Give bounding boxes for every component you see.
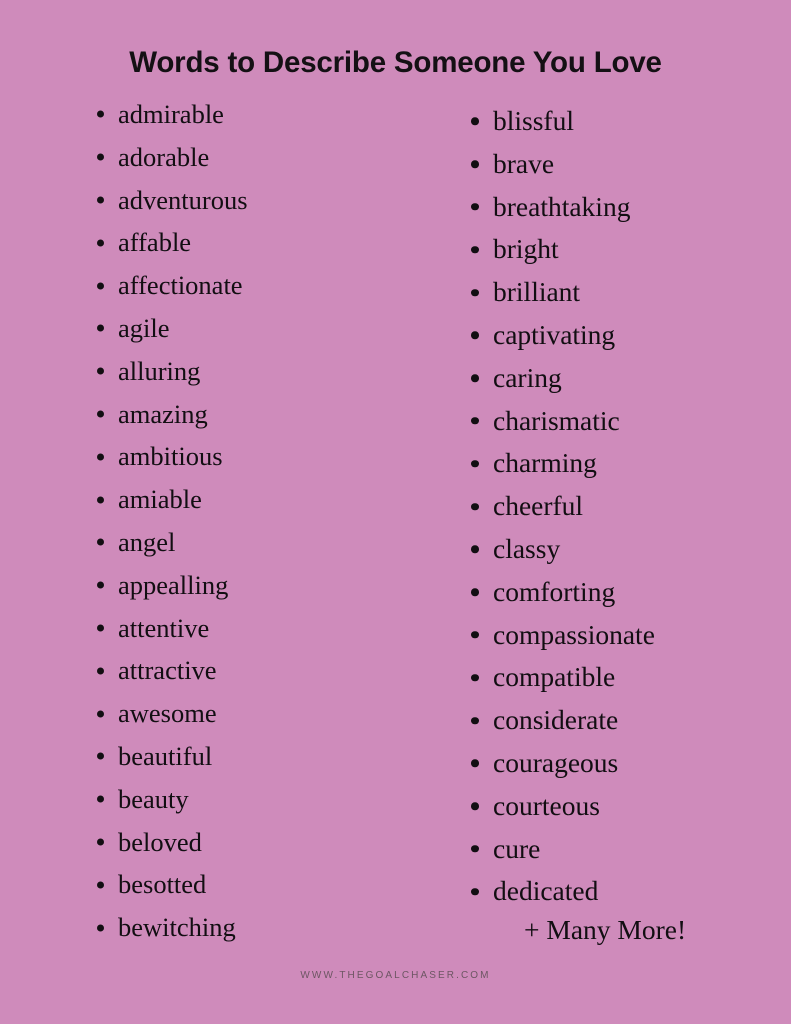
word-list-item: appealling bbox=[96, 564, 248, 607]
word-list-item: beauty bbox=[96, 778, 248, 821]
word-list-item: compatible bbox=[470, 656, 655, 699]
word-list-item: cure bbox=[470, 828, 655, 871]
word-list-item: dedicated bbox=[470, 870, 655, 913]
many-more-label: + Many More! bbox=[524, 914, 687, 945]
word-list-item: courageous bbox=[470, 742, 655, 785]
word-column-left: admirable adorable adventurous affable affec… bbox=[96, 93, 248, 949]
word-list-item: alluring bbox=[96, 350, 248, 393]
word-list-item: compassionate bbox=[470, 614, 655, 657]
word-list-item: angel bbox=[96, 521, 248, 564]
word-list-item: affable bbox=[96, 221, 248, 264]
word-list-item: charismatic bbox=[470, 400, 655, 443]
word-list-item: adorable bbox=[96, 136, 248, 179]
word-list-item: blissful bbox=[470, 100, 655, 143]
word-list-item: beautiful bbox=[96, 735, 248, 778]
word-list-item: adventurous bbox=[96, 179, 248, 222]
word-list-item: affectionate bbox=[96, 264, 248, 307]
footer-watermark: WWW.THEGOALCHASER.COM bbox=[300, 970, 491, 981]
poster-page: Words to Describe Someone You Love admir… bbox=[0, 0, 791, 1024]
word-list-item: attractive bbox=[96, 649, 248, 692]
word-list-item: bright bbox=[470, 228, 655, 271]
word-list-item: amazing bbox=[96, 393, 248, 436]
word-list-item: beloved bbox=[96, 821, 248, 864]
word-list-item: courteous bbox=[470, 785, 655, 828]
word-list-item: comforting bbox=[470, 571, 655, 614]
word-list-item: besotted bbox=[96, 863, 248, 906]
word-list-item: bewitching bbox=[96, 906, 248, 949]
word-list-item: classy bbox=[470, 528, 655, 571]
word-column-right: blissful brave breathtaking bright brilliant… bbox=[470, 100, 655, 913]
word-list-item: amiable bbox=[96, 478, 248, 521]
word-list-item: attentive bbox=[96, 607, 248, 650]
word-list-item: breathtaking bbox=[470, 186, 655, 229]
word-list-item: awesome bbox=[96, 692, 248, 735]
word-list-item: admirable bbox=[96, 93, 248, 136]
word-list-item: considerate bbox=[470, 699, 655, 742]
word-list-item: brave bbox=[470, 143, 655, 186]
word-list-item: agile bbox=[96, 307, 248, 350]
word-list-item: captivating bbox=[470, 314, 655, 357]
word-list-item: caring bbox=[470, 357, 655, 400]
word-list-item: cheerful bbox=[470, 485, 655, 528]
word-list-item: brilliant bbox=[470, 271, 655, 314]
word-list-item: ambitious bbox=[96, 435, 248, 478]
word-list-columns: admirable adorable adventurous affable affec… bbox=[0, 0, 791, 1024]
word-list-item: charming bbox=[470, 442, 655, 485]
